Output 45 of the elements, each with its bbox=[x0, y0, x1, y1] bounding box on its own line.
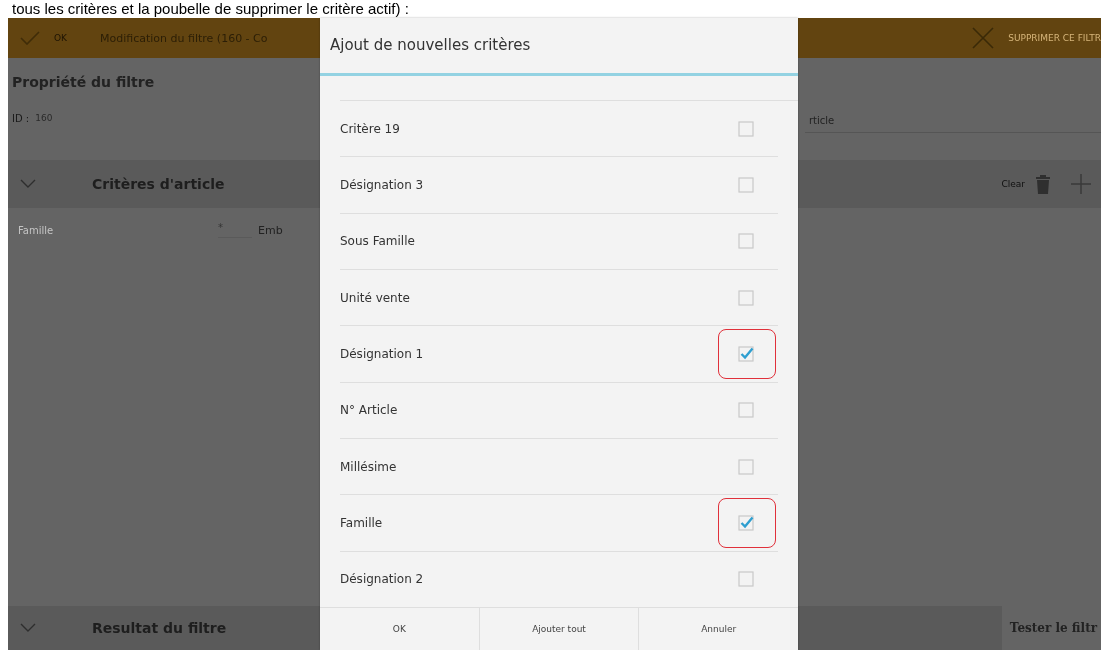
caption-text: tous les critères et la poubelle de supprimer le critère actif) : bbox=[11, 0, 410, 18]
checkbox[interactable] bbox=[738, 177, 754, 193]
item-label: Unité vente bbox=[340, 290, 411, 305]
dialog-button[interactable]: OK bbox=[320, 608, 480, 650]
item-label: Millésime bbox=[340, 459, 398, 474]
section-title: Resultat du filtre bbox=[92, 620, 227, 636]
plus-icon[interactable] bbox=[1071, 174, 1091, 194]
item-label: Sous Famille bbox=[340, 234, 416, 249]
chevron-icon[interactable] bbox=[20, 179, 36, 189]
list-item[interactable]: Sous Famille bbox=[340, 213, 778, 270]
close-icon[interactable] bbox=[972, 27, 995, 49]
item-label: Désignation 1 bbox=[340, 346, 425, 361]
criterion-value: Emb bbox=[258, 223, 283, 237]
list-item[interactable]: Famille bbox=[340, 495, 778, 552]
list-item[interactable]: Désignation 2 bbox=[340, 551, 778, 607]
list-item[interactable]: Critère 19 bbox=[340, 101, 778, 158]
checkbox[interactable] bbox=[738, 120, 754, 137]
list-item[interactable]: Désignation 1 bbox=[340, 326, 778, 383]
dialog-title: Ajout de nouvelles critères bbox=[320, 18, 798, 76]
item-label: Désignation 2 bbox=[340, 572, 425, 587]
chevron-icon[interactable] bbox=[20, 623, 36, 633]
item-label: Famille bbox=[340, 515, 384, 530]
checkbox[interactable] bbox=[738, 571, 754, 588]
checkbox[interactable] bbox=[738, 233, 754, 250]
checkbox[interactable] bbox=[738, 402, 754, 419]
checkbox[interactable] bbox=[738, 514, 754, 531]
checkmark-icon[interactable] bbox=[20, 31, 40, 45]
list-item[interactable]: N° Article bbox=[340, 382, 778, 439]
dialog-button[interactable]: Annuler bbox=[639, 608, 798, 650]
section-title: Critères d'article bbox=[92, 176, 225, 192]
delete-filter-action[interactable]: SUPPRIMER CE FILTR bbox=[1008, 33, 1101, 43]
checkbox[interactable] bbox=[738, 458, 754, 475]
dialog-button[interactable]: Ajouter tout bbox=[479, 608, 640, 650]
item-label: N° Article bbox=[340, 403, 399, 418]
item-label: Désignation 3 bbox=[340, 178, 425, 192]
item-label: Critère 19 bbox=[340, 121, 401, 136]
list-item[interactable]: Unité vente bbox=[340, 270, 778, 327]
checkbox[interactable] bbox=[738, 345, 754, 362]
list-item[interactable]: Millésime bbox=[340, 438, 778, 496]
trash-icon[interactable] bbox=[1035, 173, 1051, 195]
list-item[interactable]: Désignation 3 bbox=[340, 157, 778, 214]
id-label: ID : bbox=[12, 112, 30, 124]
checkbox[interactable] bbox=[738, 289, 754, 306]
criterion-label: Famille bbox=[18, 224, 55, 236]
section-heading: Propriété du filtre bbox=[11, 73, 156, 90]
